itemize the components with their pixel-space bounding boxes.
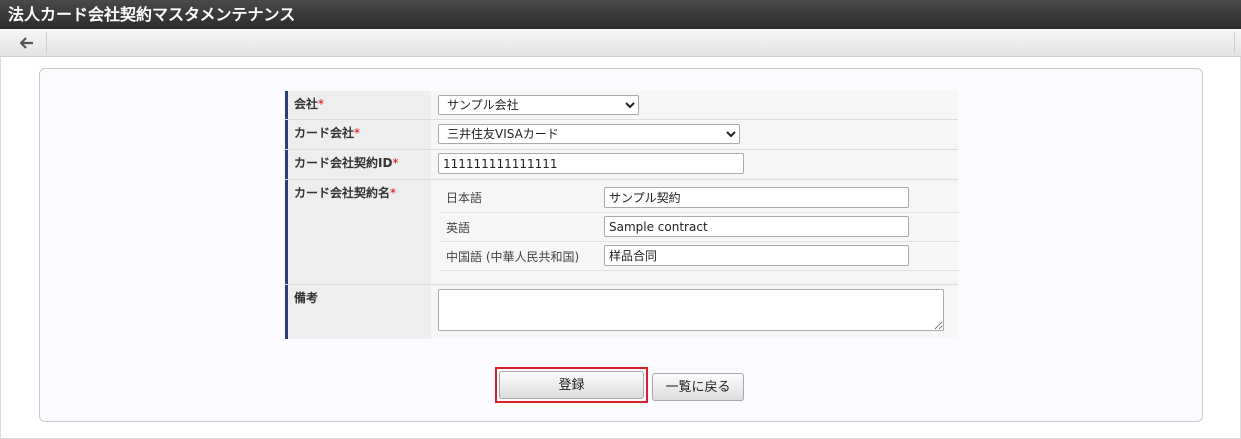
contract-name-ja-row: 日本語	[432, 183, 958, 213]
card-company-label: カード会社*	[285, 120, 431, 149]
contract-id-row: カード会社契約ID*	[285, 150, 958, 179]
company-select[interactable]: サンプル会社	[438, 95, 639, 115]
contract-name-zh-input[interactable]	[604, 245, 909, 266]
lang-label-en: 英語	[446, 221, 471, 235]
contract-name-ja-input[interactable]	[604, 187, 909, 208]
contract-id-label: カード会社契約ID*	[285, 150, 431, 179]
company-label: 会社*	[285, 91, 431, 119]
lang-label-zh: 中国語 (中華人民共和国)	[446, 250, 580, 264]
remarks-value-cell	[431, 285, 958, 339]
required-mark: *	[318, 97, 325, 111]
lang-label-ja: 日本語	[446, 191, 483, 205]
company-value-cell: サンプル会社	[431, 91, 958, 119]
toolbar	[0, 29, 1241, 57]
remarks-textarea[interactable]	[438, 289, 944, 331]
toolbar-divider	[1234, 32, 1235, 54]
window-title: 法人カード会社契約マスタメンテナンス	[0, 0, 1241, 29]
remarks-label: 備考	[285, 285, 431, 339]
contract-id-label-text: カード会社契約ID	[294, 156, 393, 170]
register-button[interactable]: 登録	[499, 371, 644, 399]
company-label-text: 会社	[294, 97, 319, 111]
card-company-row: カード会社* 三井住友VISAカード	[285, 120, 958, 149]
card-company-value-cell: 三井住友VISAカード	[431, 120, 958, 149]
remarks-label-text: 備考	[294, 291, 319, 305]
arrow-left-icon	[19, 34, 34, 53]
back-to-list-button[interactable]: 一覧に戻る	[652, 373, 744, 401]
company-row: 会社* サンプル会社	[285, 91, 958, 119]
back-button[interactable]	[8, 32, 47, 54]
contract-id-value-cell	[431, 150, 958, 179]
contract-name-en-input[interactable]	[604, 216, 909, 237]
required-mark: *	[392, 156, 399, 170]
required-mark: *	[354, 126, 361, 140]
remarks-row: 備考	[285, 285, 958, 339]
sub-row-divider	[440, 270, 960, 271]
card-company-label-text: カード会社	[294, 126, 355, 140]
required-mark: *	[390, 186, 397, 200]
card-company-select[interactable]: 三井住友VISAカード	[438, 124, 740, 144]
contract-name-en-row: 英語	[432, 213, 958, 243]
contract-id-input[interactable]	[438, 153, 744, 174]
contract-name-label-text: カード会社契約名	[294, 186, 391, 200]
contract-name-label: カード会社契約名*	[285, 180, 431, 284]
contract-name-zh-row: 中国語 (中華人民共和国)	[432, 242, 958, 272]
